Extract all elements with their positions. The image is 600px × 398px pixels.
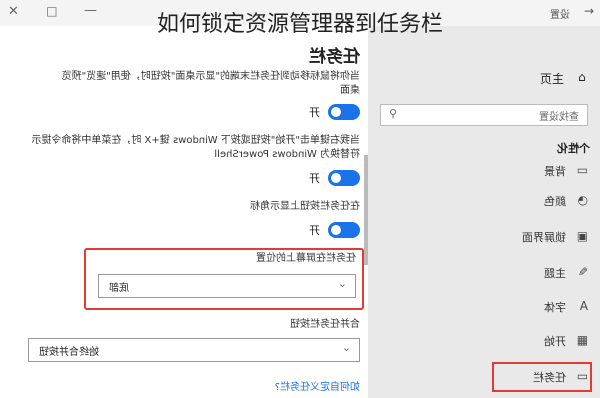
combine-value: 始终合并按钮 [39,347,99,358]
powershell-description: 当我右键单击"开始"按钮或按下 Windows 键+X 时，在菜单中将命令提示符… [31,135,360,160]
badges-toggle-label: 开 [309,224,320,237]
sidebar-item-lockscreen[interactable]: ▣ 锁屏界面 [368,222,600,252]
sidebar-home[interactable]: 主页 [540,70,564,87]
chevron-down-icon: ⌄ [337,277,347,290]
font-icon: A [579,299,588,313]
scrollbar[interactable] [364,155,368,265]
peek-toggle-label: 开 [309,106,320,119]
badges-toggle[interactable] [328,222,360,238]
brush-icon: ✎ [577,265,588,279]
sidebar-item-label: 主题 [544,267,566,280]
chevron-down-icon: ⌄ [341,341,351,354]
combine-label: 合并任务栏按钮 [290,319,360,330]
overlay-title: 如何锁定资源管理器到任务栏 [156,12,443,37]
sidebar-item-label: 背景 [544,165,566,178]
badges-description: 在任务栏按钮上显示角标 [250,201,360,212]
sidebar-item-fonts[interactable]: A 字体 [368,292,600,322]
position-value: 底部 [109,283,129,294]
toggle-knob [331,107,341,117]
sidebar-item-label: 开始 [544,335,566,348]
powershell-toggle-label: 开 [309,172,320,185]
powershell-toggle[interactable] [328,170,360,186]
sidebar-item-background[interactable]: ▭ 背景 [368,156,600,186]
sidebar-item-label: 锁屏界面 [522,231,566,244]
search-input[interactable]: 查找设置 ⚲ [380,104,588,126]
active-item-highlight [492,362,592,392]
sidebar: ⌂ 主页 查找设置 ⚲ 个性化 ▭ 背景 ◔ 颜色 ▣ 锁屏界面 ✎ 主题 A … [368,26,600,398]
position-label: 任务栏在屏幕上的位置 [256,253,356,264]
sidebar-item-label: 字体 [544,301,566,314]
start-icon: ▦ [576,333,588,347]
search-icon: ⚲ [389,107,398,120]
position-dropdown[interactable]: 底部 ⌄ [98,274,356,298]
sidebar-item-start[interactable]: ▦ 开始 [368,326,600,356]
sidebar-item-color[interactable]: ◔ 颜色 [368,186,600,216]
search-placeholder: 查找设置 [539,112,579,123]
home-icon: ⌂ [578,70,586,84]
peek-description: 当你将鼠标移动到任务栏末端的"显示桌面"按钮时，使用"速览"预览桌面 [61,71,360,96]
toggle-knob [331,173,341,183]
peek-toggle[interactable] [328,104,360,120]
combine-dropdown[interactable]: 始终合并按钮 ⌄ [28,338,360,362]
palette-icon: ◔ [577,193,588,207]
customize-taskbar-link[interactable]: 如何自定义任务栏? [275,378,360,393]
sidebar-item-label: 颜色 [544,195,566,208]
page-title: 任务栏 [309,47,360,67]
background-icon: ▭ [576,163,588,177]
toggle-knob [331,225,341,235]
lockscreen-icon: ▣ [576,229,588,243]
sidebar-item-themes[interactable]: ✎ 主题 [368,258,600,288]
section-title: 个性化 [557,142,590,155]
